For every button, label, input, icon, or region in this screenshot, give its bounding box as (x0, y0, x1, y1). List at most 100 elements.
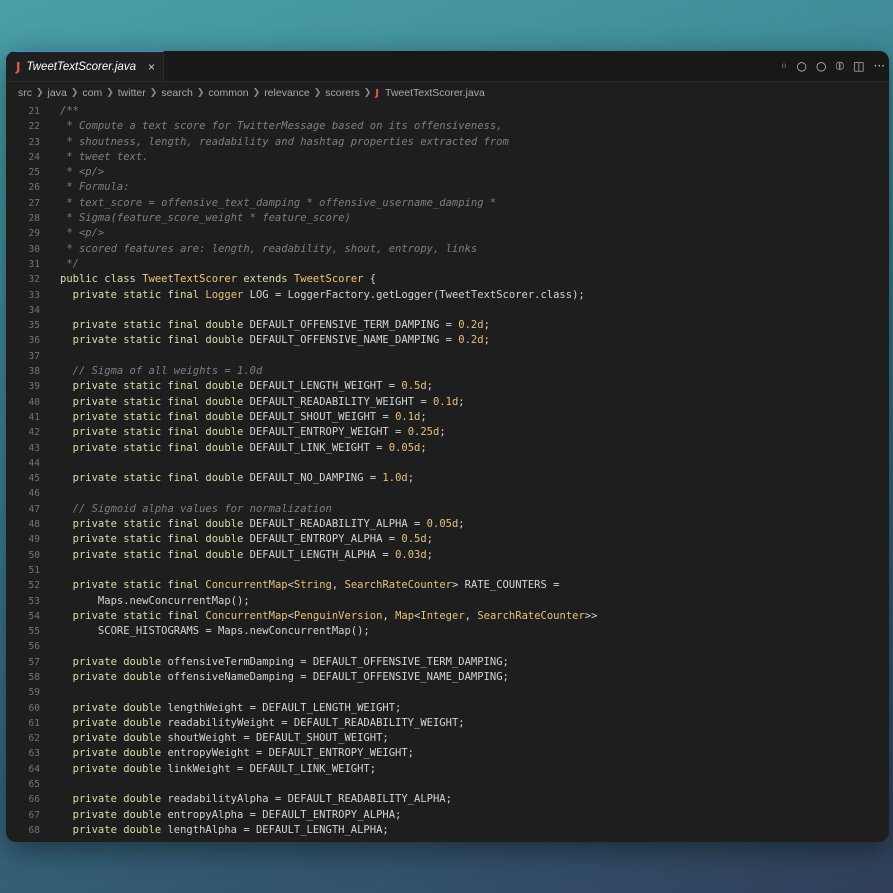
code-line[interactable]: 29 * <p/> (6, 226, 889, 241)
code-token: , (331, 579, 345, 592)
code-text: private double offensiveTermDamping = DE… (40, 655, 509, 670)
code-token: DEFAULT_LENGTH_ALPHA = (249, 548, 396, 561)
line-number: 40 (28, 396, 40, 408)
code-line[interactable]: 40 private static final double DEFAULT_R… (6, 395, 889, 410)
line-number: 48 (28, 519, 40, 531)
code-line[interactable]: 64 private double linkWeight = DEFAULT_L… (6, 762, 889, 777)
code-token: PenguinVersion (293, 609, 383, 622)
breadcrumb-item[interactable]: common (208, 87, 248, 99)
code-token: DEFAULT_OFFENSIVE_TERM_DAMPING = (249, 319, 459, 332)
code-line[interactable]: 51 (6, 563, 889, 578)
breadcrumb-item[interactable]: java (48, 87, 67, 99)
code-line[interactable]: 32 public class TweetTextScorer extends T… (6, 272, 889, 287)
code-line[interactable]: 65 (6, 777, 889, 792)
code-text: private static final double DEFAULT_ENTR… (40, 425, 446, 440)
code-line[interactable]: 42 private static final double DEFAULT_E… (6, 425, 889, 440)
code-text: private static final double DEFAULT_ENTR… (40, 532, 433, 547)
code-line[interactable]: 50 private static final double DEFAULT_L… (6, 548, 889, 563)
code-line[interactable]: 47 // Sigmoid alpha values for normaliza… (6, 502, 889, 517)
code-token: 0.05d (388, 441, 421, 454)
code-line[interactable]: 43 private static final double DEFAULT_L… (6, 441, 889, 456)
code-editor[interactable]: 21 /** 22 * Compute a text score for Twitt… (6, 104, 889, 842)
code-line[interactable]: 25 * <p/> (6, 165, 889, 180)
code-line[interactable]: 66 private double readabilityAlpha = DEF… (6, 792, 889, 807)
breadcrumb-item[interactable]: search (161, 87, 193, 99)
code-line[interactable]: 21 /** (6, 104, 889, 119)
line-number: 60 (28, 702, 40, 714)
code-line[interactable]: 60 private double lengthWeight = DEFAULT… (6, 701, 889, 716)
code-token: String (293, 579, 332, 592)
code-line[interactable]: 24 * tweet text. (6, 150, 889, 165)
code-line[interactable]: 57 private double offensiveTermDamping =… (6, 655, 889, 670)
code-line[interactable]: 45 private static final double DEFAULT_N… (6, 471, 889, 486)
code-line[interactable]: 38 // Sigma of all weights = 1.0d (6, 364, 889, 379)
code-text: // Sigma of all weights = 1.0d (40, 364, 263, 379)
code-line[interactable]: 63 private double entropyWeight = DEFAUL… (6, 746, 889, 761)
code-line[interactable]: 30 * scored features are: length, readab… (6, 242, 889, 257)
code-line[interactable]: 58 private double offensiveNameDamping =… (6, 670, 889, 685)
code-text: private double shoutWeight = DEFAULT_SHO… (40, 731, 389, 746)
code-token: DEFAULT_READABILITY_WEIGHT = (249, 395, 433, 408)
code-text: * Sigma(feature_score_weight * feature_s… (40, 211, 350, 226)
code-token: offensiveNameDamping = DEFAULT_OFFENSIVE… (167, 670, 509, 683)
split-editor-icon[interactable]: ◫ (853, 59, 864, 73)
code-line[interactable]: 49 private static final double DEFAULT_E… (6, 532, 889, 547)
code-line[interactable]: 33 private static final Logger LOG = Log… (6, 288, 889, 303)
breadcrumb-item[interactable]: scorers (325, 87, 359, 99)
tab-tweettextscorer[interactable]: J TweetTextScorer.java × (6, 51, 164, 81)
code-line[interactable]: 23 * shoutness, length, readability and … (6, 135, 889, 150)
circle-icon[interactable]: ○ (797, 59, 807, 73)
close-icon[interactable]: × (148, 60, 155, 74)
code-line[interactable]: 28 * Sigma(feature_score_weight * featur… (6, 211, 889, 226)
go-back-icon[interactable]: ◦ (780, 59, 787, 73)
code-token: private static final double (60, 334, 250, 347)
code-line[interactable]: 56 (6, 639, 889, 654)
code-line[interactable]: 41 private static final double DEFAULT_S… (6, 410, 889, 425)
code-line[interactable]: 62 private double shoutWeight = DEFAULT_… (6, 731, 889, 746)
code-line[interactable]: 52 private static final ConcurrentMap<St… (6, 578, 889, 593)
code-line[interactable]: 67 private double entropyAlpha = DEFAULT… (6, 808, 889, 823)
code-line[interactable]: 53 Maps.newConcurrentMap(); (6, 594, 889, 609)
code-line[interactable]: 59 (6, 685, 889, 700)
line-number: 58 (28, 671, 40, 683)
code-line[interactable]: 61 private double readabilityWeight = DE… (6, 716, 889, 731)
code-line[interactable]: 68 private double lengthAlpha = DEFAULT_… (6, 823, 889, 838)
code-line[interactable]: 31 */ (6, 257, 889, 272)
breadcrumb-item[interactable]: relevance (264, 87, 310, 99)
breadcrumb-item[interactable]: src (18, 87, 32, 99)
code-line[interactable]: 22 * Compute a text score for TwitterMes… (6, 119, 889, 134)
code-line[interactable]: 36 private static final double DEFAULT_O… (6, 333, 889, 348)
code-line[interactable]: 35 private static final double DEFAULT_O… (6, 318, 889, 333)
copilot-icon[interactable]: ⦶ (835, 59, 844, 74)
code-line[interactable]: 44 (6, 456, 889, 471)
tab-bar: J TweetTextScorer.java × ◦ ○ ○ ⦶ ◫ ··· (6, 51, 889, 82)
code-token: ConcurrentMap (205, 609, 288, 622)
code-token: , (464, 609, 478, 622)
code-text: private double entropyAlpha = DEFAULT_EN… (40, 808, 402, 823)
code-line[interactable]: 54 private static final ConcurrentMap<Pe… (6, 609, 889, 624)
code-token: offensiveTermDamping = DEFAULT_OFFENSIVE… (167, 655, 509, 668)
code-text: * shoutness, length, readability and has… (40, 135, 509, 150)
code-line[interactable]: 26 * Formula: (6, 180, 889, 195)
code-token: private double (60, 823, 168, 836)
code-line[interactable]: 55 SCORE_HISTOGRAMS = Maps.newConcurrent… (6, 624, 889, 639)
code-token: ; (407, 472, 415, 485)
code-line[interactable]: 48 private static final double DEFAULT_R… (6, 517, 889, 532)
go-forward-icon[interactable]: ○ (816, 59, 826, 73)
breadcrumb-file[interactable]: TweetTextScorer.java (385, 87, 485, 99)
code-text: * Compute a text score for TwitterMessag… (40, 119, 502, 134)
more-actions-icon[interactable]: ··· (874, 59, 885, 73)
chevron-right-icon: ❯ (106, 88, 114, 98)
code-line[interactable]: 27 * text_score = offensive_text_damping… (6, 196, 889, 211)
code-line[interactable]: 37 (6, 349, 889, 364)
code-token: * tweet text. (60, 150, 149, 163)
code-token: 1.0d (382, 472, 408, 485)
line-number: 44 (28, 457, 40, 469)
breadcrumb-item[interactable]: com (82, 87, 102, 99)
line-number: 28 (28, 213, 40, 225)
code-line[interactable]: 46 (6, 486, 889, 501)
line-number: 67 (28, 809, 40, 821)
code-line[interactable]: 34 (6, 303, 889, 318)
code-line[interactable]: 39 private static final double DEFAULT_L… (6, 379, 889, 394)
breadcrumb-item[interactable]: twitter (118, 87, 146, 99)
